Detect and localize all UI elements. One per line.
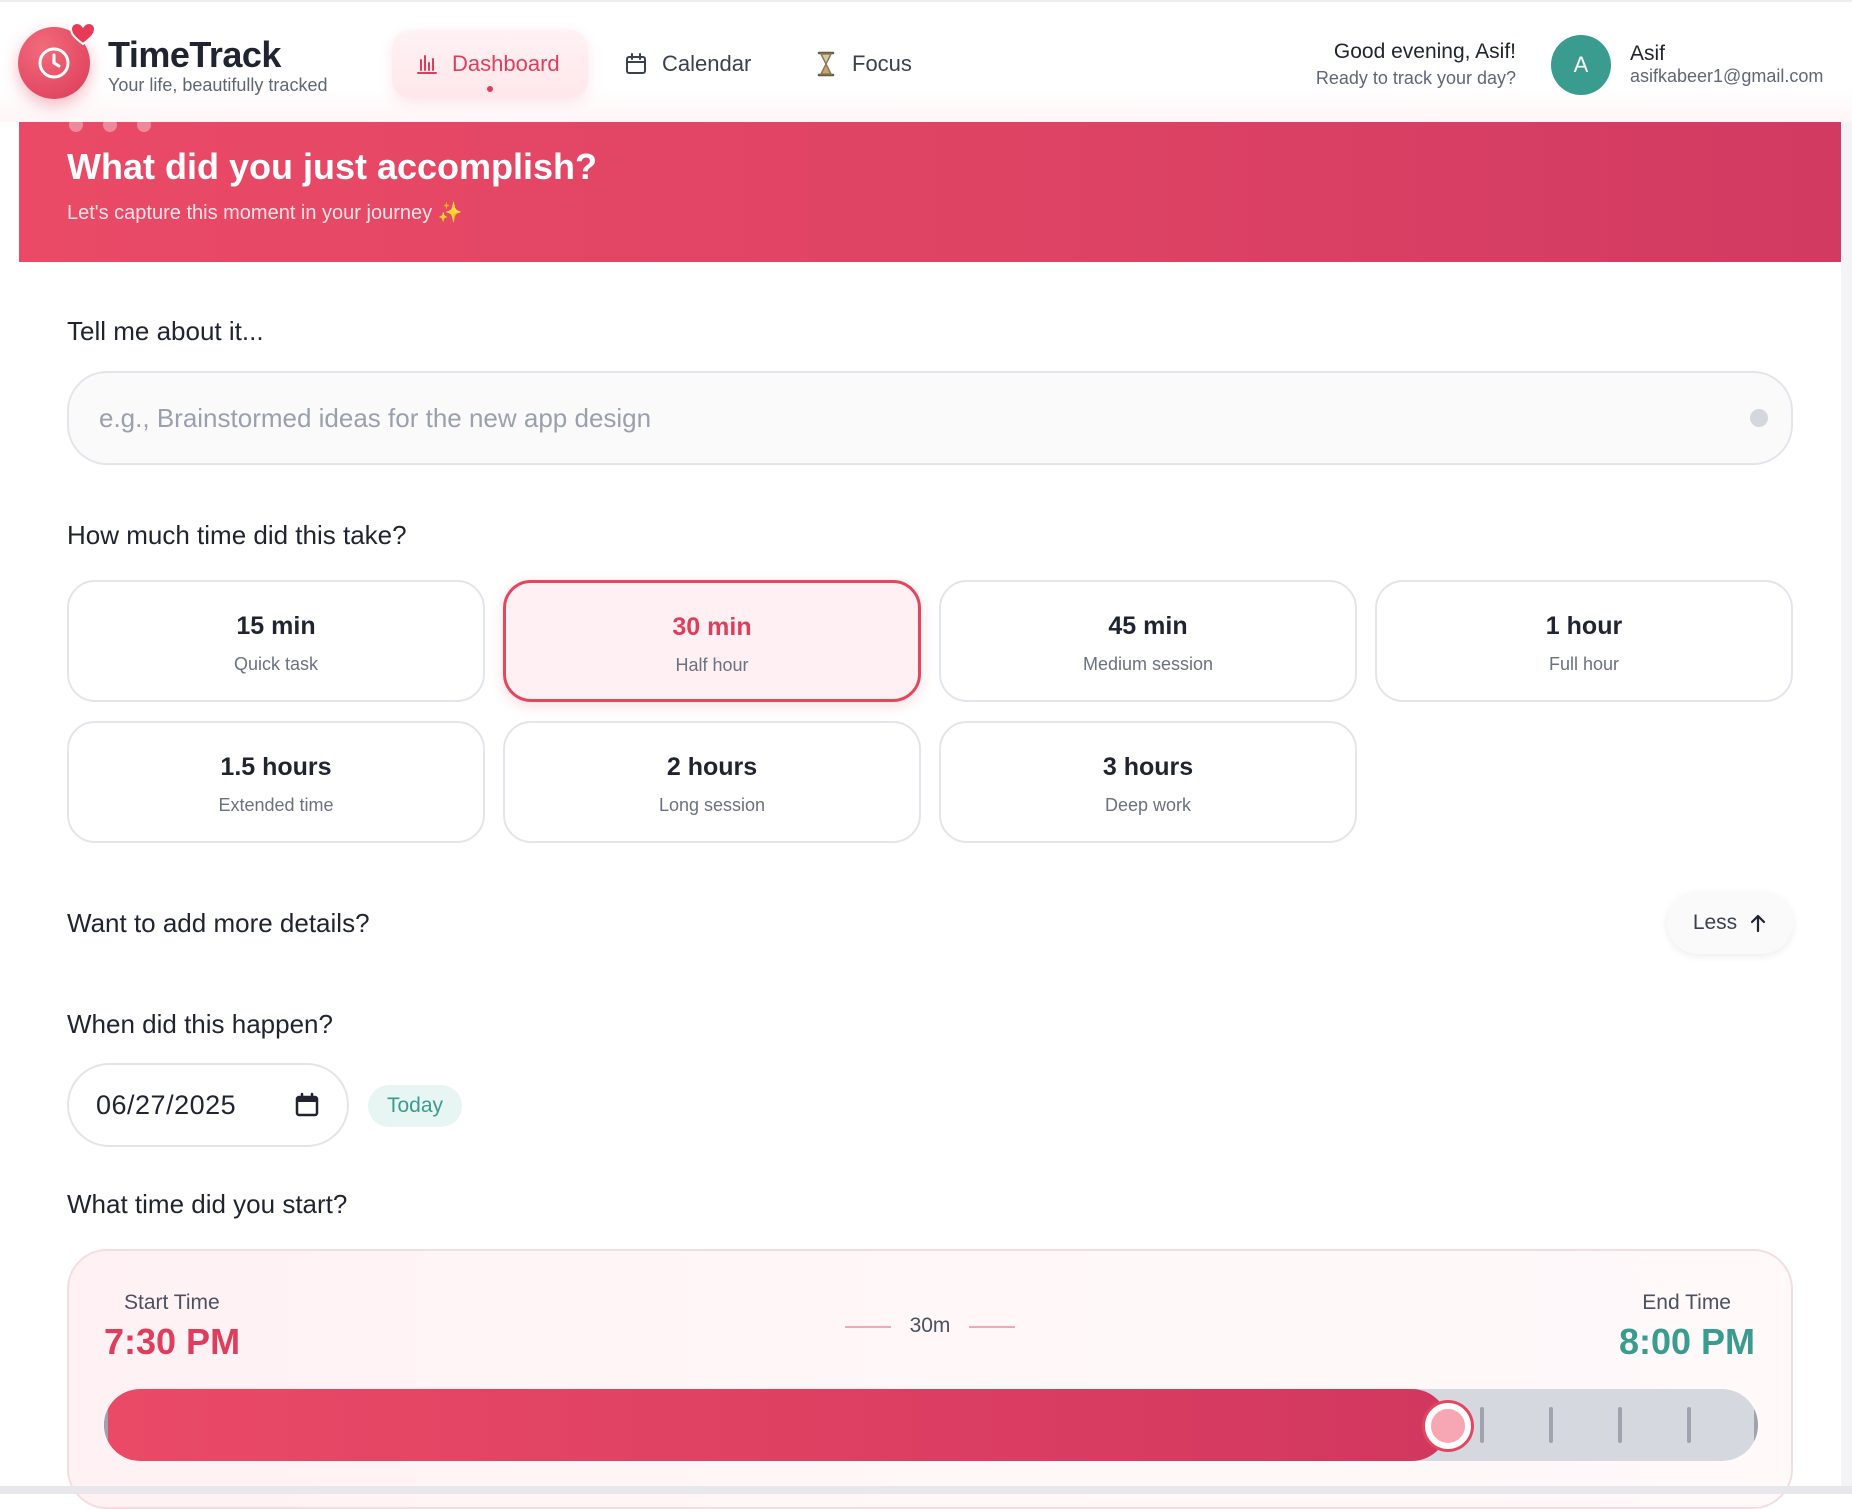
duration-title: 3 hours xyxy=(1102,753,1194,781)
arrow-up-icon xyxy=(1751,914,1766,933)
slider-tick xyxy=(1687,1407,1691,1443)
decorative-dots xyxy=(69,118,171,137)
prompt-banner: What did you just accomplish? Let's capt… xyxy=(19,118,1841,262)
slider-tick xyxy=(1480,1407,1484,1443)
user-email: asifkabeer1@gmail.com xyxy=(1630,66,1824,86)
date-input[interactable]: 06/27/2025 xyxy=(67,1063,349,1147)
brand-subtitle: Your life, beautifully tracked xyxy=(108,75,328,95)
nav-dashboard[interactable]: Dashboard xyxy=(392,30,588,98)
banner-subtitle: Let's capture this moment in your journe… xyxy=(67,202,463,224)
duration-subtitle: Long session xyxy=(658,795,766,815)
end-time-label: End Time xyxy=(1642,1291,1731,1314)
nav-focus-label: Focus xyxy=(852,51,912,76)
duration-option-1-5-hours[interactable]: 1.5 hours Extended time xyxy=(67,721,485,843)
duration-subtitle: Full hour xyxy=(1548,654,1620,674)
describe-label: Tell me about it... xyxy=(67,316,264,346)
when-label: When did this happen? xyxy=(67,1009,333,1039)
bar-chart-icon xyxy=(417,55,437,74)
scrollbar-gutter xyxy=(1841,122,1852,1494)
duration-subtitle: Extended time xyxy=(218,795,334,815)
active-indicator xyxy=(487,86,493,92)
duration-title: 1 hour xyxy=(1545,612,1623,640)
today-badge[interactable]: Today xyxy=(368,1085,462,1127)
duration-title: 45 min xyxy=(1108,612,1188,640)
duration-subtitle: Half hour xyxy=(675,655,749,675)
nav-focus[interactable]: Focus xyxy=(790,30,936,98)
user-name: Asif xyxy=(1630,42,1666,65)
banner-title: What did you just accomplish? xyxy=(67,146,598,187)
slider-tick xyxy=(1618,1407,1622,1443)
time-slider-thumb[interactable] xyxy=(1425,1403,1471,1449)
time-slider-track[interactable] xyxy=(104,1389,1758,1461)
input-status-dot xyxy=(1750,409,1768,427)
duration-title: 1.5 hours xyxy=(220,753,332,781)
calendar-picker-icon[interactable] xyxy=(294,1092,320,1118)
calendar-icon xyxy=(626,53,646,74)
slider-tick xyxy=(104,1407,108,1443)
avatar[interactable]: A xyxy=(1551,35,1611,95)
greeting-subtitle: Ready to track your day? xyxy=(1315,68,1516,88)
duration-subtitle: Quick task xyxy=(233,654,319,674)
app-header: TimeTrack Your life, beautifully tracked… xyxy=(0,0,1852,122)
hourglass-icon xyxy=(817,51,835,77)
duration-title: 30 min xyxy=(672,613,752,641)
time-range-card: Start Time 7:30 PM 30m End Time 8:00 PM xyxy=(67,1249,1793,1509)
duration-label: How much time did this take? xyxy=(67,520,407,550)
start-time-label: Start Time xyxy=(124,1291,220,1314)
duration-option-2-hours[interactable]: 2 hours Long session xyxy=(503,721,921,843)
start-question-label: What time did you start? xyxy=(67,1189,348,1219)
duration-display: 30m xyxy=(845,1314,1015,1338)
greeting: Good evening, Asif! xyxy=(1333,40,1516,63)
time-slider-fill xyxy=(104,1389,1448,1461)
window-bottom-edge xyxy=(0,1486,1852,1494)
heart-icon xyxy=(70,22,96,46)
duration-option-3-hours[interactable]: 3 hours Deep work xyxy=(939,721,1357,843)
less-label: Less xyxy=(1692,911,1738,934)
activity-description-input[interactable] xyxy=(67,371,1793,465)
slider-tick xyxy=(1549,1407,1553,1443)
duration-subtitle: Deep work xyxy=(1104,795,1192,815)
duration-subtitle: Medium session xyxy=(1082,654,1214,674)
brand-title[interactable]: TimeTrack xyxy=(108,34,281,76)
duration-option-45-min[interactable]: 45 min Medium session xyxy=(939,580,1357,702)
duration-option-15-min[interactable]: 15 min Quick task xyxy=(67,580,485,702)
slider-tick xyxy=(1754,1407,1758,1443)
less-details-button[interactable]: Less xyxy=(1667,892,1793,954)
details-label: Want to add more details? xyxy=(67,908,370,938)
duration-option-1-hour[interactable]: 1 hour Full hour xyxy=(1375,580,1793,702)
duration-title: 15 min xyxy=(236,612,316,640)
nav-calendar-label: Calendar xyxy=(662,51,752,76)
start-time-value: 7:30 PM xyxy=(104,1321,241,1362)
end-time-value: 8:00 PM xyxy=(1618,1321,1755,1362)
date-value: 06/27/2025 xyxy=(96,1090,237,1120)
duration-title: 2 hours xyxy=(666,753,758,781)
nav-dashboard-label: Dashboard xyxy=(452,51,560,76)
duration-option-30-min[interactable]: 30 min Half hour xyxy=(503,580,921,702)
nav-calendar[interactable]: Calendar xyxy=(600,30,775,98)
